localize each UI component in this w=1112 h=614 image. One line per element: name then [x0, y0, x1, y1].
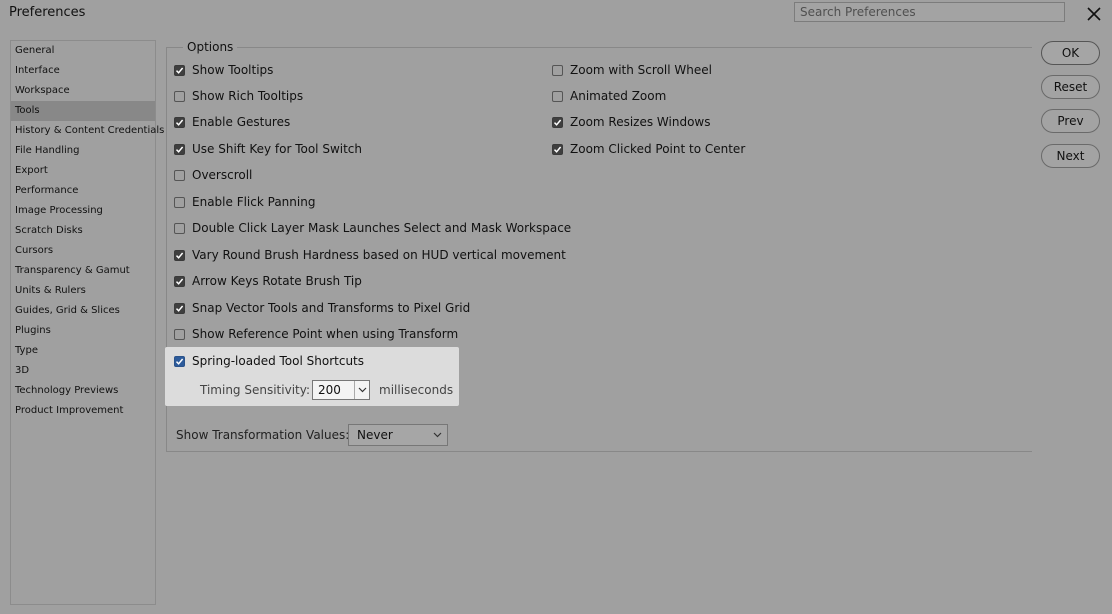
option-label: Spring-loaded Tool Shortcuts: [192, 354, 365, 368]
option-show-rich-tooltips[interactable]: Show Rich Tooltips: [174, 89, 303, 103]
transformation-values-label: Show Transformation Values:: [176, 428, 350, 442]
option-label: Show Reference Point when using Transfor…: [192, 327, 459, 341]
checkbox-checked-icon[interactable]: [174, 302, 185, 314]
checkbox-checked-icon[interactable]: [174, 275, 185, 287]
reset-button[interactable]: Reset: [1041, 75, 1100, 99]
transformation-values-value: Never: [357, 428, 393, 442]
option-label: Animated Zoom: [570, 89, 667, 103]
checkbox-checked-icon[interactable]: [552, 143, 563, 155]
sidebar-item-file-handling[interactable]: File Handling: [11, 141, 155, 161]
sidebar-item-interface[interactable]: Interface: [11, 61, 155, 81]
option-zoom-clicked-point[interactable]: Zoom Clicked Point to Center: [552, 142, 745, 156]
sidebar-item-image-processing[interactable]: Image Processing: [11, 201, 155, 221]
option-snap-vector-tools[interactable]: Snap Vector Tools and Transforms to Pixe…: [174, 301, 470, 315]
option-vary-round-brush[interactable]: Vary Round Brush Hardness based on HUD v…: [174, 248, 566, 262]
sidebar-item-general[interactable]: General: [11, 41, 155, 61]
title-bar: Preferences: [0, 0, 1112, 27]
chevron-down-icon: [358, 387, 366, 393]
checkbox-checked-icon[interactable]: [174, 116, 185, 128]
sidebar-item-export[interactable]: Export: [11, 161, 155, 181]
option-label: Show Rich Tooltips: [192, 89, 304, 103]
option-enable-flick-panning[interactable]: Enable Flick Panning: [174, 195, 315, 209]
sidebar: General Interface Workspace Tools Histor…: [10, 40, 164, 605]
option-label: Enable Gestures: [192, 115, 291, 129]
option-label: Vary Round Brush Hardness based on HUD v…: [192, 248, 566, 262]
window-title: Preferences: [9, 5, 86, 20]
prev-button[interactable]: Prev: [1041, 109, 1100, 133]
checkbox-checked-icon[interactable]: [174, 249, 185, 261]
option-arrow-keys-rotate[interactable]: Arrow Keys Rotate Brush Tip: [174, 274, 362, 288]
ok-button[interactable]: OK: [1041, 41, 1100, 65]
checkbox-checked-icon[interactable]: [174, 143, 185, 155]
checkbox-unchecked-icon[interactable]: [174, 90, 185, 102]
sidebar-item-transparency[interactable]: Transparency & Gamut: [11, 261, 155, 281]
transformation-values-select[interactable]: Never: [348, 424, 448, 446]
option-label: Use Shift Key for Tool Switch: [192, 142, 363, 156]
option-label: Show Tooltips: [192, 63, 274, 77]
chevron-down-icon: [433, 432, 442, 438]
sidebar-item-scratch-disks[interactable]: Scratch Disks: [11, 221, 155, 241]
search-input[interactable]: [794, 2, 1065, 22]
sidebar-item-performance[interactable]: Performance: [11, 181, 155, 201]
checkbox-checked-icon[interactable]: [552, 116, 563, 128]
checkbox-unchecked-icon[interactable]: [552, 64, 563, 76]
checkbox-unchecked-icon[interactable]: [552, 90, 563, 102]
option-use-shift-key[interactable]: Use Shift Key for Tool Switch: [174, 142, 362, 156]
sidebar-item-plugins[interactable]: Plugins: [11, 321, 155, 341]
sidebar-item-3d[interactable]: 3D: [11, 361, 155, 381]
option-animated-zoom[interactable]: Animated Zoom: [552, 89, 666, 103]
option-label: Enable Flick Panning: [192, 195, 316, 209]
option-overscroll[interactable]: Overscroll: [174, 168, 252, 182]
option-double-click-layer-mask[interactable]: Double Click Layer Mask Launches Select …: [174, 221, 571, 235]
close-icon: [1087, 7, 1101, 21]
next-button[interactable]: Next: [1041, 144, 1100, 168]
checkbox-unchecked-icon[interactable]: [174, 196, 185, 208]
options-group-label: Options: [183, 40, 238, 54]
sidebar-item-history[interactable]: History & Content Credentials: [11, 121, 164, 141]
option-zoom-scroll-wheel[interactable]: Zoom with Scroll Wheel: [552, 63, 712, 77]
option-spring-loaded-shortcuts[interactable]: Spring-loaded Tool Shortcuts: [174, 354, 364, 368]
option-show-reference-point[interactable]: Show Reference Point when using Transfor…: [174, 327, 458, 341]
option-label: Snap Vector Tools and Transforms to Pixe…: [192, 301, 471, 315]
sidebar-item-units[interactable]: Units & Rulers: [11, 281, 155, 301]
sidebar-item-cursors[interactable]: Cursors: [11, 241, 155, 261]
option-label: Zoom with Scroll Wheel: [570, 63, 712, 77]
sidebar-item-technology-previews[interactable]: Technology Previews: [11, 381, 155, 401]
option-show-tooltips[interactable]: Show Tooltips: [174, 63, 273, 77]
option-enable-gestures[interactable]: Enable Gestures: [174, 115, 290, 129]
timing-sensitivity-field[interactable]: 200: [312, 380, 370, 400]
option-label: Overscroll: [192, 168, 253, 182]
sidebar-item-workspace[interactable]: Workspace: [11, 81, 155, 101]
option-label: Double Click Layer Mask Launches Select …: [192, 221, 572, 235]
sidebar-item-product-improvement[interactable]: Product Improvement: [11, 401, 155, 421]
option-label: Zoom Clicked Point to Center: [570, 142, 746, 156]
checkbox-unchecked-icon[interactable]: [174, 222, 185, 234]
option-label: Arrow Keys Rotate Brush Tip: [192, 274, 362, 288]
checkbox-unchecked-icon[interactable]: [174, 328, 185, 340]
timing-sensitivity-label: Timing Sensitivity:: [200, 383, 310, 397]
timing-dropdown-button[interactable]: [354, 381, 369, 399]
sidebar-item-type[interactable]: Type: [11, 341, 155, 361]
checkbox-checked-icon[interactable]: [174, 64, 185, 76]
checkbox-checked-icon[interactable]: [174, 355, 185, 367]
option-label: Zoom Resizes Windows: [570, 115, 711, 129]
sidebar-item-tools[interactable]: Tools: [11, 101, 155, 121]
checkbox-unchecked-icon[interactable]: [174, 169, 185, 181]
option-zoom-resizes-windows[interactable]: Zoom Resizes Windows: [552, 115, 711, 129]
timing-unit-label: milliseconds: [379, 383, 454, 397]
sidebar-item-guides[interactable]: Guides, Grid & Slices: [11, 301, 155, 321]
timing-sensitivity-value[interactable]: 200: [313, 381, 354, 399]
close-button[interactable]: [1083, 3, 1105, 25]
